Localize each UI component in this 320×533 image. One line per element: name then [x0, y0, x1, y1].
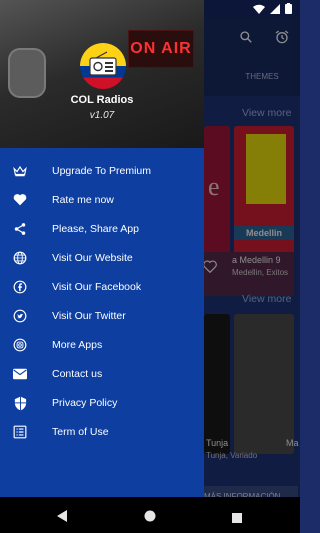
drawer-scrim[interactable]: [204, 18, 300, 497]
menu-item-website[interactable]: Visit Our Website: [0, 243, 204, 272]
app-version: v1.07: [89, 110, 115, 121]
menu-item-label: Visit Our Facebook: [52, 280, 142, 293]
menu-item-label: More Apps: [52, 339, 103, 352]
menu-item-contact[interactable]: Contact us: [0, 360, 204, 389]
twitter-icon: [13, 309, 27, 323]
heart-icon: [13, 193, 27, 207]
menu-item-label: Contact us: [52, 368, 103, 381]
microphone-image: [8, 48, 46, 98]
recents-icon[interactable]: [232, 510, 242, 528]
on-air-sign: ON AIR: [128, 30, 194, 68]
shield-icon: [13, 396, 27, 411]
home-icon[interactable]: [144, 509, 156, 527]
facebook-icon: [13, 280, 27, 294]
mail-icon: [13, 367, 27, 381]
menu-item-twitter[interactable]: Visit Our Twitter: [0, 301, 204, 330]
menu-item-share[interactable]: Please, Share App: [0, 214, 204, 243]
menu-item-terms[interactable]: Term of Use: [0, 418, 204, 447]
system-navigation-bar: [0, 497, 300, 533]
drawer-header: ON AIR COL Radios v1.07: [0, 0, 204, 148]
menu-item-more-apps[interactable]: More Apps: [0, 331, 204, 360]
on-air-label: ON AIR: [130, 40, 192, 57]
menu-item-label: Term of Use: [52, 426, 109, 439]
wifi-icon: [253, 4, 265, 17]
app-logo: [80, 43, 126, 89]
share-icon: [13, 222, 27, 236]
app-title: COL Radios: [70, 94, 134, 106]
menu-item-label: Rate me now: [52, 193, 114, 206]
menu-item-upgrade[interactable]: Upgrade To Premium: [0, 156, 204, 185]
menu-item-privacy[interactable]: Privacy Policy: [0, 389, 204, 418]
back-icon[interactable]: [56, 509, 68, 527]
menu-item-label: Visit Our Website: [52, 251, 133, 264]
navigation-drawer: ON AIR COL Radios v1.07 Upgrade To Premi…: [0, 0, 204, 497]
menu-item-label: Visit Our Twitter: [52, 310, 126, 323]
battery-icon: [285, 3, 292, 17]
instagram-icon: [13, 338, 27, 352]
globe-icon: [13, 251, 27, 265]
drawer-menu: Upgrade To Premium Rate me now Please, S…: [0, 156, 204, 447]
menu-item-facebook[interactable]: Visit Our Facebook: [0, 272, 204, 301]
document-list-icon: [13, 425, 27, 439]
crown-icon: [13, 164, 27, 178]
signal-icon: [270, 3, 280, 17]
menu-item-label: Privacy Policy: [52, 397, 118, 410]
menu-item-rate[interactable]: Rate me now: [0, 185, 204, 214]
menu-item-label: Upgrade To Premium: [52, 164, 152, 177]
menu-item-label: Please, Share App: [52, 222, 139, 235]
